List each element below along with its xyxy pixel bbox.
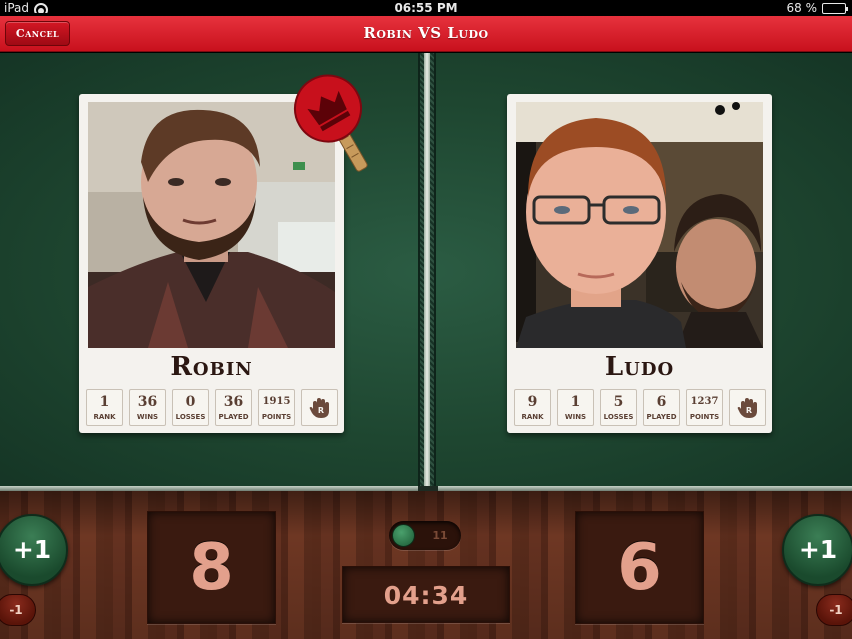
- stat-label: POINTS: [689, 413, 720, 421]
- battery-icon: [822, 2, 848, 14]
- svg-text:R: R: [745, 406, 751, 415]
- crown-paddle-icon: [294, 74, 368, 172]
- svg-text:R: R: [317, 406, 323, 415]
- player-stats-left: 1 RANK 36 WINS 0 LOSSES 36 PLAYED 1915 POINTS…: [86, 389, 338, 426]
- stat-value: 1237: [690, 396, 719, 407]
- left-score-value: 8: [189, 531, 234, 605]
- stat-value: 1: [570, 394, 581, 410]
- stat-points: 1237 POINTS: [686, 389, 723, 426]
- stat-label: WINS: [564, 413, 587, 421]
- status-right: 68 %: [786, 1, 848, 15]
- stat-losses: 0 LOSSES: [172, 389, 209, 426]
- stat-value: 0: [185, 394, 196, 410]
- stat-label: RANK: [521, 413, 544, 421]
- stat-rank: 9 RANK: [514, 389, 551, 426]
- player-stats-right: 9 RANK 1 WINS 5 LOSSES 6 PLAYED 1237 POINTS R: [514, 389, 766, 426]
- stat-label: POINTS: [261, 413, 292, 421]
- game-timer: 04:34: [342, 566, 510, 623]
- stat-value: 9: [527, 394, 538, 410]
- battery-percent: 68 %: [786, 1, 818, 15]
- stat-value: 36: [137, 394, 158, 410]
- status-bar: iPad 06:55 PM 68 %: [0, 0, 852, 16]
- stat-label: LOSSES: [175, 413, 206, 421]
- game-points-toggle[interactable]: 11: [389, 521, 461, 550]
- stat-played: 36 PLAYED: [215, 389, 252, 426]
- stat-wins: 36 WINS: [129, 389, 166, 426]
- player-name-right: Ludo: [604, 352, 675, 382]
- stat-label: PLAYED: [646, 413, 677, 421]
- stat-label: PLAYED: [218, 413, 249, 421]
- right-score: 6: [575, 511, 704, 624]
- stat-label: LOSSES: [603, 413, 634, 421]
- toggle-knob[interactable]: [392, 524, 415, 547]
- stat-value: 1: [99, 394, 110, 410]
- status-time: 06:55 PM: [394, 1, 458, 15]
- left-score: 8: [147, 511, 276, 624]
- game-points-label: 11: [432, 529, 448, 542]
- player-photo-right: [516, 102, 763, 348]
- stat-rank: 1 RANK: [86, 389, 123, 426]
- right-score-value: 6: [617, 531, 662, 605]
- stat-losses: 5 LOSSES: [600, 389, 637, 426]
- hand-icon[interactable]: R: [729, 389, 766, 426]
- player-name-left: Robin: [170, 352, 253, 382]
- stat-value: 6: [656, 394, 667, 410]
- stat-value: 36: [223, 394, 244, 410]
- right-plus-one-button[interactable]: +1: [782, 514, 852, 586]
- stat-value: 1915: [262, 396, 291, 407]
- timer-value: 04:34: [383, 581, 469, 610]
- stat-wins: 1 WINS: [557, 389, 594, 426]
- net-tape: [424, 53, 430, 490]
- stat-label: RANK: [93, 413, 116, 421]
- stat-label: WINS: [136, 413, 159, 421]
- stat-played: 6 PLAYED: [643, 389, 680, 426]
- stat-value: 5: [613, 394, 624, 410]
- hand-icon[interactable]: R: [301, 389, 338, 426]
- navigation-bar: Cancel Robin VS Ludo: [0, 16, 852, 52]
- page-title: Robin VS Ludo: [363, 24, 489, 42]
- right-minus-one-button[interactable]: -1: [816, 594, 852, 626]
- player-card-right[interactable]: Ludo 9 RANK 1 WINS 5 LOSSES 6 PLAYED 1237 POI…: [507, 94, 772, 433]
- stat-points: 1915 POINTS: [258, 389, 295, 426]
- left-minus-one-button[interactable]: -1: [0, 594, 36, 626]
